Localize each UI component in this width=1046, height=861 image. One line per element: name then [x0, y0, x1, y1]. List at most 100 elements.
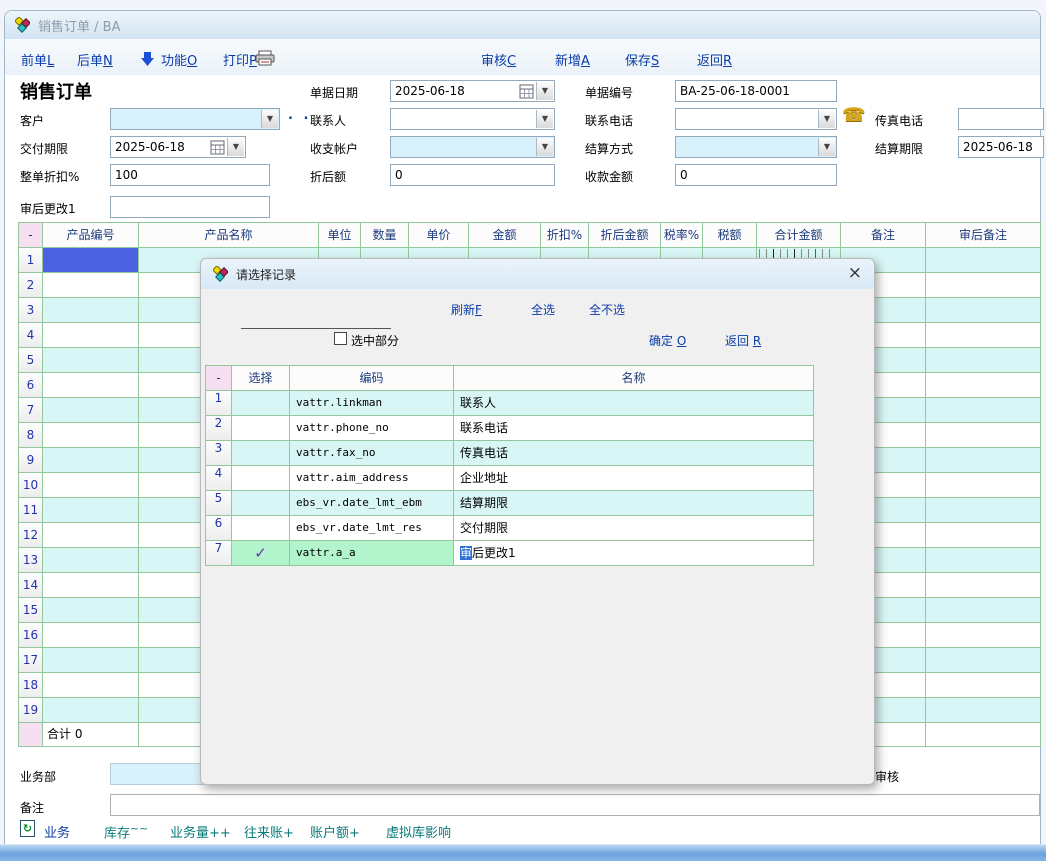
record-row-number[interactable]: 6 [206, 516, 232, 541]
settle-way-dropdown-button[interactable]: ▼ [818, 138, 835, 156]
record-code-cell[interactable]: ebs_vr.date_lmt_ebm [290, 491, 454, 516]
grid-column-header[interactable]: 折后金额 [589, 223, 661, 248]
partial-select-checkbox[interactable] [334, 332, 347, 345]
grid-cell[interactable] [926, 498, 1041, 523]
record-row[interactable]: 4 vattr.aim_address企业地址 [206, 466, 814, 491]
customer-dropdown-button[interactable]: ▼ [261, 110, 278, 128]
phone-dropdown-button[interactable]: ▼ [818, 110, 835, 128]
record-checkbox-cell[interactable] [232, 441, 290, 466]
record-row-number[interactable]: 4 [206, 466, 232, 491]
grid-row-number[interactable]: 10 [19, 473, 43, 498]
contact-dropdown-button[interactable]: ▼ [536, 110, 553, 128]
grid-column-header[interactable]: 备注 [841, 223, 926, 248]
record-checkbox-cell[interactable] [232, 516, 290, 541]
grid-cell[interactable] [926, 673, 1041, 698]
grid-cell[interactable] [43, 323, 139, 348]
grid-cell[interactable] [926, 348, 1041, 373]
delivery-date-input[interactable]: 2025-06-18 ▼ [110, 136, 246, 158]
grid-row-number[interactable]: 11 [19, 498, 43, 523]
settle-way-combo[interactable]: ▼ [675, 136, 837, 158]
grid-cell[interactable] [926, 698, 1041, 723]
dialog-search-input[interactable] [241, 309, 391, 329]
grid-cell[interactable] [43, 273, 139, 298]
grid-cell[interactable] [926, 423, 1041, 448]
record-row-number[interactable]: 1 [206, 391, 232, 416]
grid-cell[interactable] [926, 248, 1041, 273]
grid-cell[interactable] [43, 573, 139, 598]
grid-cell[interactable] [43, 623, 139, 648]
grid-row-number[interactable]: 2 [19, 273, 43, 298]
record-row-number[interactable]: 3 [206, 441, 232, 466]
ok-button[interactable]: 确定 O [649, 332, 686, 349]
audit-button[interactable]: 审核C [481, 50, 516, 69]
record-code-cell[interactable]: vattr.aim_address [290, 466, 454, 491]
grid-cell[interactable] [926, 298, 1041, 323]
grid-column-header[interactable]: 单价 [409, 223, 469, 248]
record-name-cell[interactable]: 审后更改1 [454, 541, 814, 566]
record-column-header[interactable]: 编码 [290, 366, 454, 391]
grid-cell[interactable] [926, 273, 1041, 298]
grid-row-number[interactable]: 5 [19, 348, 43, 373]
record-row[interactable]: 1vattr.linkman联系人 [206, 391, 814, 416]
received-input[interactable]: 0 [675, 164, 837, 186]
record-row[interactable]: 6ebs_vr.date_lmt_res交付期限 [206, 516, 814, 541]
functions-menu-button[interactable]: 功能O [161, 50, 197, 69]
select-none-link[interactable]: 全不选 [589, 301, 625, 318]
record-row-number[interactable]: 5 [206, 491, 232, 516]
record-name-cell[interactable]: 结算期限 [454, 491, 814, 516]
record-checkbox-cell[interactable] [232, 416, 290, 441]
grid-cell[interactable] [43, 698, 139, 723]
grid-cell[interactable] [926, 323, 1041, 348]
record-code-cell[interactable]: vattr.phone_no [290, 416, 454, 441]
grid-column-header[interactable]: - [19, 223, 43, 248]
record-column-header[interactable]: - [206, 366, 232, 391]
record-name-cell[interactable]: 交付期限 [454, 516, 814, 541]
grid-cell[interactable] [43, 598, 139, 623]
grid-column-header[interactable]: 审后备注 [926, 223, 1041, 248]
fax-input[interactable] [958, 108, 1044, 130]
grid-row-number[interactable]: 18 [19, 673, 43, 698]
discount-input[interactable]: 100 [110, 164, 270, 186]
grid-row-number[interactable]: 4 [19, 323, 43, 348]
record-code-cell[interactable]: vattr.fax_no [290, 441, 454, 466]
grid-cell[interactable] [43, 473, 139, 498]
grid-row-number[interactable]: 9 [19, 448, 43, 473]
record-checkbox-cell[interactable]: ✓ [232, 541, 290, 566]
grid-column-header[interactable]: 单位 [319, 223, 361, 248]
print-button[interactable]: 打印P [223, 50, 257, 69]
record-row[interactable]: 2vattr.phone_no联系电话 [206, 416, 814, 441]
grid-column-header[interactable]: 折扣% [541, 223, 589, 248]
record-row-number[interactable]: 7 [206, 541, 232, 566]
footer-link-1[interactable]: 业务 [44, 822, 70, 841]
grid-row-number[interactable]: 19 [19, 698, 43, 723]
grid-column-header[interactable]: 合计金额 [757, 223, 841, 248]
grid-cell[interactable] [926, 623, 1041, 648]
select-all-link[interactable]: 全选 [531, 301, 555, 318]
record-column-header[interactable]: 名称 [454, 366, 814, 391]
grid-cell[interactable] [926, 648, 1041, 673]
grid-row-number[interactable]: 15 [19, 598, 43, 623]
return-button[interactable]: 返回R [697, 50, 732, 69]
grid-column-header[interactable]: 税额 [703, 223, 757, 248]
grid-row-number[interactable]: 12 [19, 523, 43, 548]
grid-row-number[interactable]: 13 [19, 548, 43, 573]
grid-cell[interactable] [926, 548, 1041, 573]
grid-row-number[interactable]: 16 [19, 623, 43, 648]
footer-link-3[interactable]: 业务量++ [170, 822, 231, 841]
customer-browse-dots[interactable]: . . [288, 108, 311, 123]
doc-date-input[interactable]: 2025-06-18 ▼ [390, 80, 555, 102]
save-button[interactable]: 保存S [625, 50, 659, 69]
record-name-cell[interactable]: 企业地址 [454, 466, 814, 491]
grid-cell[interactable] [926, 523, 1041, 548]
new-button[interactable]: 新增A [555, 50, 590, 69]
grid-row-number[interactable]: 1 [19, 248, 43, 273]
doc-no-input[interactable]: BA-25-06-18-0001 [675, 80, 837, 102]
record-column-header[interactable]: 选择 [232, 366, 290, 391]
footer-link-2[interactable]: 库存~~ [104, 822, 148, 841]
pay-account-dropdown-button[interactable]: ▼ [536, 138, 553, 156]
settle-date-input[interactable]: 2025-06-18 [958, 136, 1044, 158]
delivery-dropdown-button[interactable]: ▼ [227, 138, 244, 156]
phone-combo[interactable]: ▼ [675, 108, 837, 130]
refresh-page-icon[interactable]: ↻ [20, 820, 35, 837]
grid-cell[interactable] [43, 398, 139, 423]
